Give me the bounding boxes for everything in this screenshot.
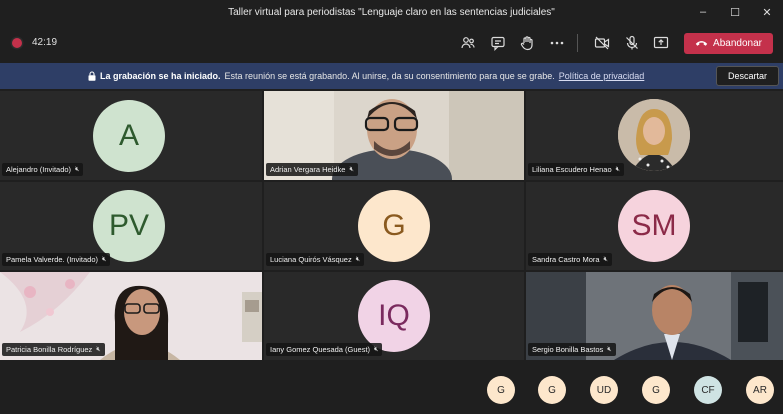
leave-call-label: Abandonar bbox=[713, 38, 762, 49]
banner-message: La grabación se ha iniciado. Esta reunió… bbox=[88, 71, 644, 81]
participant-photo bbox=[618, 99, 690, 171]
window-title: Taller virtual para periodistas "Lenguaj… bbox=[228, 6, 555, 18]
participant-tile-sergio[interactable]: Sergio Bonilla Bastos 🔇︎ bbox=[526, 272, 783, 360]
participant-tile-luciana[interactable]: G Luciana Quirós Vásquez 🔇︎ bbox=[264, 182, 524, 270]
toolbar-divider bbox=[577, 34, 578, 52]
participant-nametag: Patricia Bonilla Rodríguez 🔇︎ bbox=[2, 343, 105, 356]
share-screen-icon[interactable] bbox=[650, 32, 672, 54]
participant-tile-patricia[interactable]: Patricia Bonilla Rodríguez 🔇︎ bbox=[0, 272, 262, 360]
participant-tile-liliana[interactable]: Liliana Escudero Henao 🔇︎ bbox=[526, 91, 783, 180]
participant-name: Adrian Vergara Heidke bbox=[270, 165, 346, 174]
maximize-icon[interactable]: ☐ bbox=[719, 0, 751, 24]
participant-tile-sandra[interactable]: SM Sandra Castro Mora 🔇︎ bbox=[526, 182, 783, 270]
hangup-phone-icon bbox=[695, 41, 708, 46]
banner-title: La grabación se ha iniciado. bbox=[100, 71, 221, 81]
more-options-icon[interactable] bbox=[546, 32, 568, 54]
minimize-icon[interactable]: – bbox=[687, 0, 719, 24]
close-icon[interactable]: ✕ bbox=[751, 0, 783, 24]
avatar: IQ bbox=[358, 280, 430, 352]
avatar bbox=[618, 99, 690, 171]
participant-nametag: Liliana Escudero Henao 🔇︎ bbox=[528, 163, 625, 176]
participant-tile-adrian[interactable]: Adrian Vergara Heidke 🔇︎ bbox=[264, 91, 524, 180]
overflow-avatar[interactable]: G bbox=[642, 376, 670, 404]
mic-off-icon: 🔇︎ bbox=[615, 165, 621, 173]
participant-name: Iany Gomez Quesada (Guest) bbox=[270, 345, 371, 354]
participant-nametag: Sergio Bonilla Bastos 🔇︎ bbox=[528, 343, 616, 356]
participant-name: Liliana Escudero Henao bbox=[532, 165, 612, 174]
mic-off-icon: 🔇︎ bbox=[355, 255, 361, 263]
record-dot-icon bbox=[12, 38, 22, 48]
overflow-avatar[interactable]: G bbox=[487, 376, 515, 404]
banner-text: Esta reunión se está grabando. Al unirse… bbox=[224, 71, 555, 81]
participant-name: Patricia Bonilla Rodríguez bbox=[6, 345, 93, 354]
participant-nametag: Luciana Quirós Vásquez 🔇︎ bbox=[266, 253, 365, 266]
mic-off-icon: 🔇︎ bbox=[75, 165, 80, 173]
participant-name: Sandra Castro Mora bbox=[532, 255, 600, 264]
participant-nametag: Alejandro (Invitado) 🔇︎ bbox=[2, 163, 84, 176]
recording-banner: La grabación se ha iniciado. Esta reunió… bbox=[0, 63, 783, 89]
participant-tile-alejandro[interactable]: A Alejandro (Invitado) 🔇︎ bbox=[0, 91, 262, 180]
raise-hand-icon[interactable] bbox=[516, 32, 538, 54]
dismiss-button[interactable]: Descartar bbox=[716, 66, 779, 86]
mic-off-icon: 🔇︎ bbox=[96, 345, 101, 353]
leave-call-button[interactable]: Abandonar bbox=[684, 33, 773, 54]
overflow-avatar[interactable]: UD bbox=[590, 376, 618, 404]
mic-off-icon: 🔇︎ bbox=[607, 345, 612, 353]
mic-off-icon: 🔇︎ bbox=[102, 255, 107, 263]
chat-icon[interactable] bbox=[487, 32, 509, 54]
participant-nametag: Iany Gomez Quesada (Guest) 🔇︎ bbox=[266, 343, 383, 356]
participant-name: Alejandro (Invitado) bbox=[6, 165, 72, 174]
avatar: G bbox=[358, 190, 430, 262]
lock-icon bbox=[88, 71, 96, 81]
call-timer: 42:19 bbox=[32, 37, 58, 48]
call-toolbar: 42:19 Abandonar bbox=[0, 26, 783, 60]
participant-nametag: Adrian Vergara Heidke 🔇︎ bbox=[266, 163, 358, 176]
people-icon[interactable] bbox=[457, 32, 479, 54]
window-controls: – ☐ ✕ bbox=[687, 0, 783, 24]
mic-off-icon: 🔇︎ bbox=[349, 165, 354, 173]
overflow-avatar[interactable]: G bbox=[538, 376, 566, 404]
participant-nametag: Sandra Castro Mora 🔇︎ bbox=[528, 253, 612, 266]
overflow-avatar[interactable]: CF bbox=[694, 376, 722, 404]
participant-tile-pamela[interactable]: PV Pamela Valverde. (Invitado) 🔇︎ bbox=[0, 182, 262, 270]
participant-name: Sergio Bonilla Bastos bbox=[532, 345, 604, 354]
avatar: SM bbox=[618, 190, 690, 262]
participant-name: Pamela Valverde. (Invitado) bbox=[6, 255, 98, 264]
participant-nametag: Pamela Valverde. (Invitado) 🔇︎ bbox=[2, 253, 111, 266]
avatar: A bbox=[93, 100, 165, 172]
participant-tile-iany[interactable]: IQ Iany Gomez Quesada (Guest) 🔇︎ bbox=[264, 272, 524, 360]
privacy-policy-link[interactable]: Política de privacidad bbox=[559, 71, 645, 81]
camera-off-icon[interactable] bbox=[591, 32, 613, 54]
title-bar: Taller virtual para periodistas "Lenguaj… bbox=[0, 0, 783, 24]
mic-off-icon: 🔇︎ bbox=[374, 345, 379, 353]
mic-off-icon: 🔇︎ bbox=[603, 255, 608, 263]
mic-off-icon[interactable] bbox=[621, 32, 643, 54]
overflow-avatar[interactable]: AR bbox=[746, 376, 774, 404]
participant-name: Luciana Quirós Vásquez bbox=[270, 255, 352, 264]
avatar: PV bbox=[93, 190, 165, 262]
